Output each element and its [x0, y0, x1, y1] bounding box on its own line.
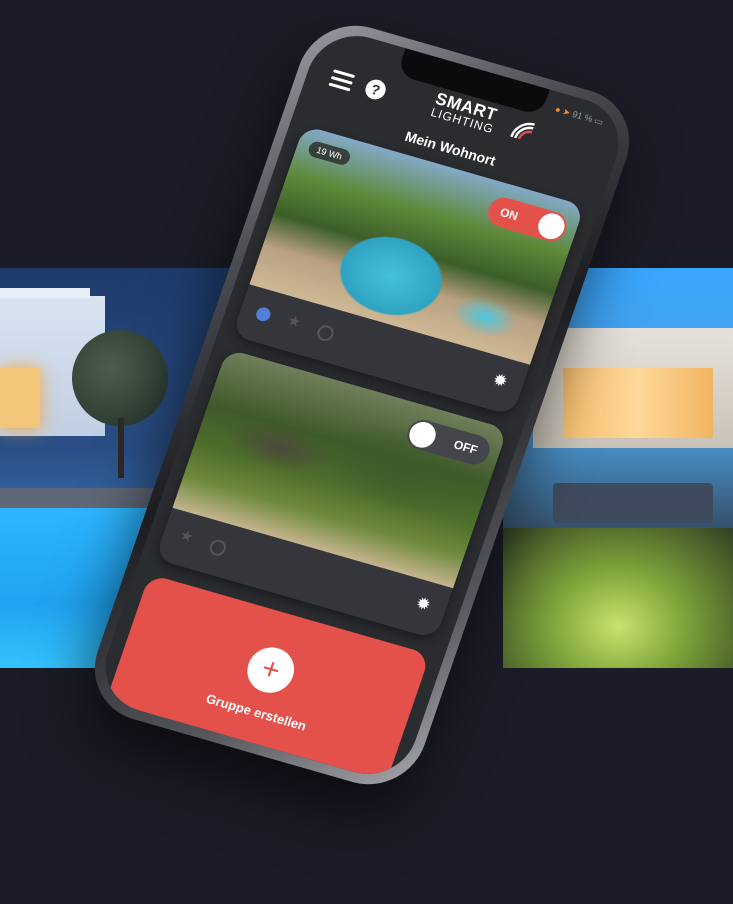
menu-icon[interactable]: [328, 69, 356, 92]
clock-icon[interactable]: [207, 537, 229, 558]
gear-icon[interactable]: ✹: [413, 593, 433, 616]
lit-window: [0, 368, 40, 428]
tree-trunk: [118, 418, 124, 478]
toggle-label: OFF: [451, 437, 480, 458]
house-roof: [0, 288, 90, 298]
wifi-waves-icon: [510, 122, 535, 140]
status-bar: ● ➤ 91 % ▭: [553, 104, 605, 128]
clock-icon[interactable]: [315, 323, 336, 343]
star-icon[interactable]: ★: [177, 525, 196, 546]
help-icon[interactable]: ?: [362, 77, 389, 102]
color-dot-icon[interactable]: [254, 305, 273, 323]
battery-icon: ▭: [593, 115, 605, 128]
location-dot-icon: ● ➤: [553, 104, 572, 118]
gear-icon[interactable]: ✹: [490, 370, 510, 393]
toggle-label: ON: [498, 205, 520, 224]
lit-lawn: [503, 528, 733, 668]
battery-percent: 91 %: [570, 109, 594, 125]
star-icon[interactable]: ★: [285, 311, 304, 332]
terrace-sofa: [553, 483, 713, 523]
villa-lit-interior: [563, 368, 713, 438]
plus-icon: +: [241, 641, 301, 699]
toggle-knob: [405, 418, 440, 451]
tree: [72, 330, 168, 426]
